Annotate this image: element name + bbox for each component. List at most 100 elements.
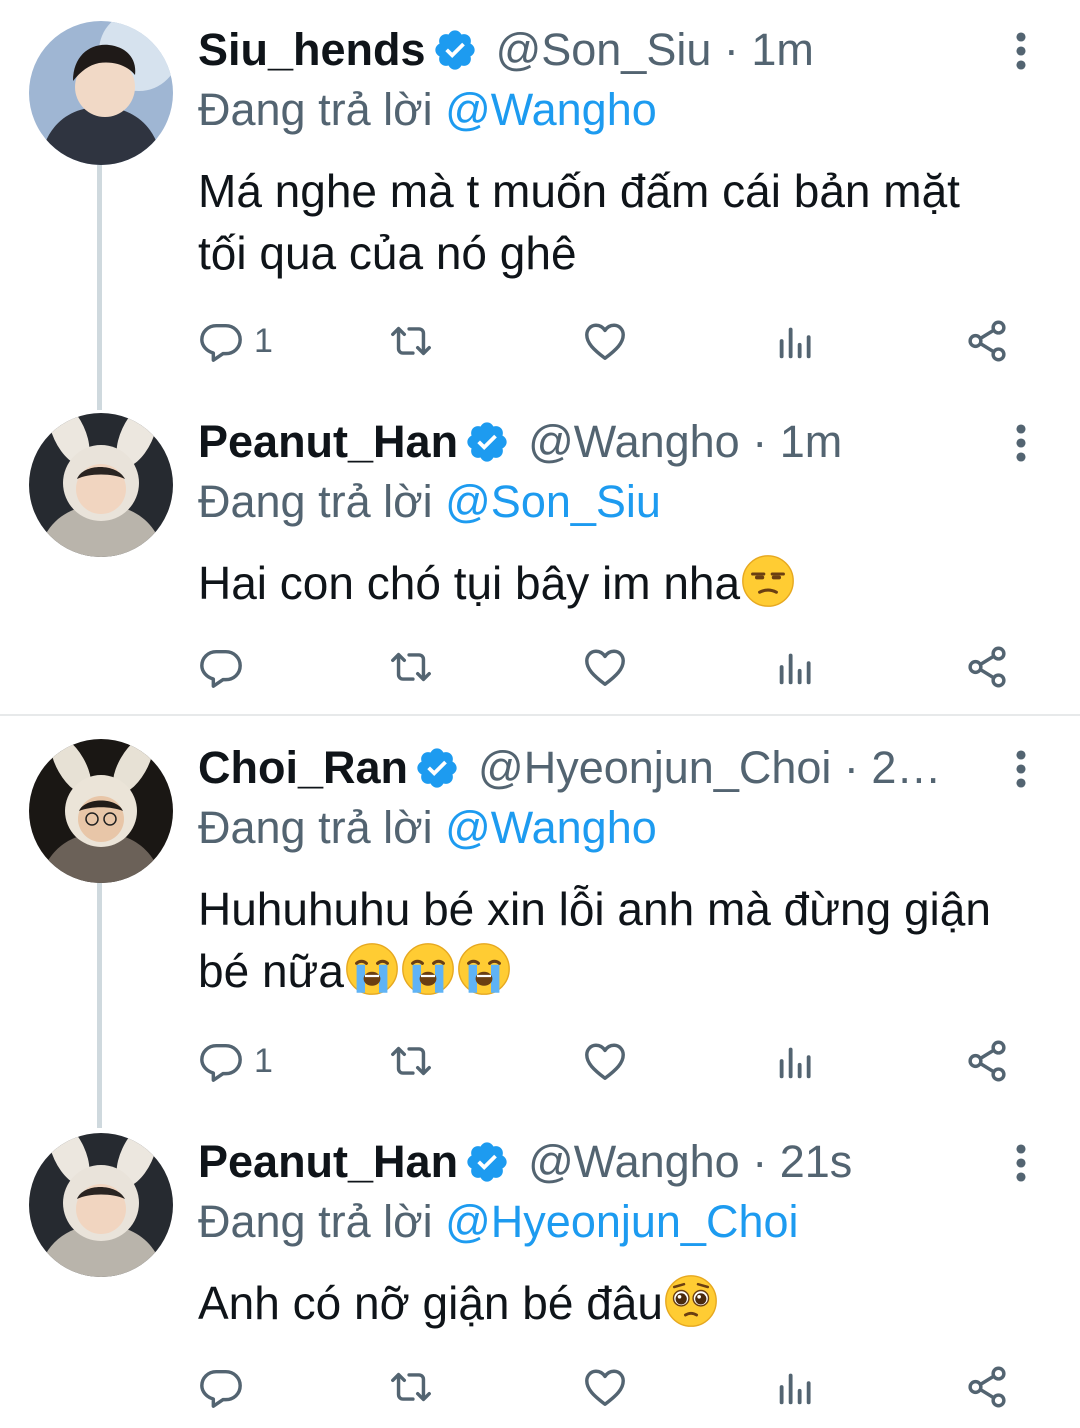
like-button[interactable] (582, 642, 628, 692)
loudly-crying-face-emoji (400, 941, 456, 997)
heart-icon (582, 644, 628, 690)
reply-prefix: Đang trả lời (198, 84, 433, 135)
action-bar (198, 1362, 1020, 1412)
tweet-text-content: Hai con chó tụi bây im nha (198, 557, 741, 609)
reply-context: Đang trả lời @Son_Siu (198, 476, 661, 528)
heart-icon (582, 1364, 628, 1410)
retweet-button[interactable] (388, 316, 434, 366)
handle[interactable]: @Wangho (528, 416, 740, 467)
loudly-crying-face-emoji (344, 941, 400, 997)
more-vertical-icon[interactable] (1010, 1142, 1032, 1184)
heart-icon (582, 1038, 628, 1084)
handle[interactable]: @Hyeonjun_Choi (478, 742, 831, 793)
tweet-text-content: Anh có nỡ giận bé đâu (198, 1277, 663, 1329)
verified-badge-icon (432, 27, 478, 73)
views-button[interactable] (773, 1362, 819, 1412)
reply-prefix: Đang trả lời (198, 1196, 433, 1247)
views-icon (773, 318, 819, 364)
tweet-text: Huhuhuhu bé xin lỗi anh mà đừng giận bé … (198, 878, 998, 1002)
reply-button[interactable] (198, 1362, 244, 1412)
tweet[interactable]: Peanut_Han @Wangho · 1m Đang trả lời @So… (0, 392, 1080, 714)
reply-prefix: Đang trả lời (198, 802, 433, 853)
verified-badge-icon (464, 419, 510, 465)
reply-thread: Siu_hends @Son_Siu · 1m Đang trả lời @Wa… (0, 0, 1080, 1428)
retweet-icon (388, 318, 434, 364)
timestamp[interactable]: 1m (780, 416, 843, 467)
avatar[interactable] (29, 1133, 173, 1277)
views-button[interactable] (773, 642, 819, 692)
handle-and-time: @Son_Siu · 1m (495, 24, 814, 75)
tweet[interactable]: Siu_hends @Son_Siu · 1m Đang trả lời @Wa… (0, 0, 1080, 410)
retweet-icon (388, 644, 434, 690)
retweet-button[interactable] (388, 642, 434, 692)
retweet-button[interactable] (388, 1362, 434, 1412)
action-bar: 1 (198, 316, 1020, 366)
share-button[interactable] (964, 642, 1010, 692)
thread-divider (0, 714, 1080, 716)
retweet-button[interactable] (388, 1036, 434, 1086)
more-vertical-icon[interactable] (1010, 422, 1032, 464)
reply-button[interactable] (198, 642, 244, 692)
share-icon (964, 1038, 1010, 1084)
tweet-text: Hai con chó tụi bây im nha (198, 552, 998, 614)
handle-and-time: @Wangho · 1m (528, 416, 843, 467)
handle[interactable]: @Wangho (528, 1136, 740, 1187)
reply-icon (198, 644, 244, 690)
reply-count: 1 (254, 321, 273, 360)
more-vertical-icon[interactable] (1010, 748, 1032, 790)
tweet[interactable]: Choi_Ran @Hyeonjun_Choi · 2… Đang trả lờ… (0, 718, 1080, 1128)
reply-button[interactable]: 1 (198, 316, 273, 366)
action-bar: 1 (198, 1036, 1020, 1086)
unamused-face-emoji (740, 553, 796, 609)
avatar[interactable] (29, 739, 173, 883)
handle-and-time: @Wangho · 21s (528, 1136, 853, 1187)
tweet-text: Má nghe mà t muốn đấm cái bản mặt tối qu… (198, 165, 960, 279)
views-icon (773, 644, 819, 690)
handle[interactable]: @Son_Siu (496, 24, 712, 75)
reply-button[interactable]: 1 (198, 1036, 273, 1086)
reply-mention[interactable]: @Wangho (445, 84, 657, 135)
reply-icon (198, 1364, 244, 1410)
timestamp[interactable]: 2… (871, 742, 941, 793)
avatar[interactable] (29, 21, 173, 165)
handle-and-time: @Hyeonjun_Choi · 2… (478, 742, 942, 793)
tweet[interactable]: Peanut_Han @Wangho · 21s Đang trả lời @H… (0, 1112, 1080, 1428)
reply-context: Đang trả lời @Wangho (198, 802, 657, 854)
timestamp[interactable]: 1m (751, 24, 814, 75)
share-icon (964, 644, 1010, 690)
display-name[interactable]: Peanut_Han (198, 416, 458, 468)
reply-count: 1 (254, 1041, 273, 1080)
share-button[interactable] (964, 1036, 1010, 1086)
heart-icon (582, 318, 628, 364)
views-button[interactable] (773, 316, 819, 366)
views-button[interactable] (773, 1036, 819, 1086)
like-button[interactable] (582, 1362, 628, 1412)
like-button[interactable] (582, 316, 628, 366)
reply-mention[interactable]: @Son_Siu (445, 476, 661, 527)
verified-badge-icon (414, 745, 460, 791)
reply-mention[interactable]: @Wangho (445, 802, 657, 853)
display-name[interactable]: Choi_Ran (198, 742, 408, 794)
reply-mention[interactable]: @Hyeonjun_Choi (445, 1196, 798, 1247)
more-vertical-icon[interactable] (1010, 30, 1032, 72)
display-name[interactable]: Siu_hends (198, 24, 426, 76)
pleading-face-emoji (663, 1273, 719, 1329)
reply-icon (198, 1038, 244, 1084)
avatar[interactable] (29, 413, 173, 557)
reply-prefix: Đang trả lời (198, 476, 433, 527)
retweet-icon (388, 1364, 434, 1410)
reply-context: Đang trả lời @Wangho (198, 84, 657, 136)
like-button[interactable] (582, 1036, 628, 1086)
share-button[interactable] (964, 316, 1010, 366)
verified-badge-icon (464, 1139, 510, 1185)
display-name[interactable]: Peanut_Han (198, 1136, 458, 1188)
tweet-text: Anh có nỡ giận bé đâu (198, 1272, 998, 1334)
share-button[interactable] (964, 1362, 1010, 1412)
loudly-crying-face-emoji (456, 941, 512, 997)
share-icon (964, 318, 1010, 364)
thread-line (97, 883, 102, 1128)
timestamp[interactable]: 21s (780, 1136, 853, 1187)
views-icon (773, 1038, 819, 1084)
share-icon (964, 1364, 1010, 1410)
thread-line (97, 165, 102, 410)
